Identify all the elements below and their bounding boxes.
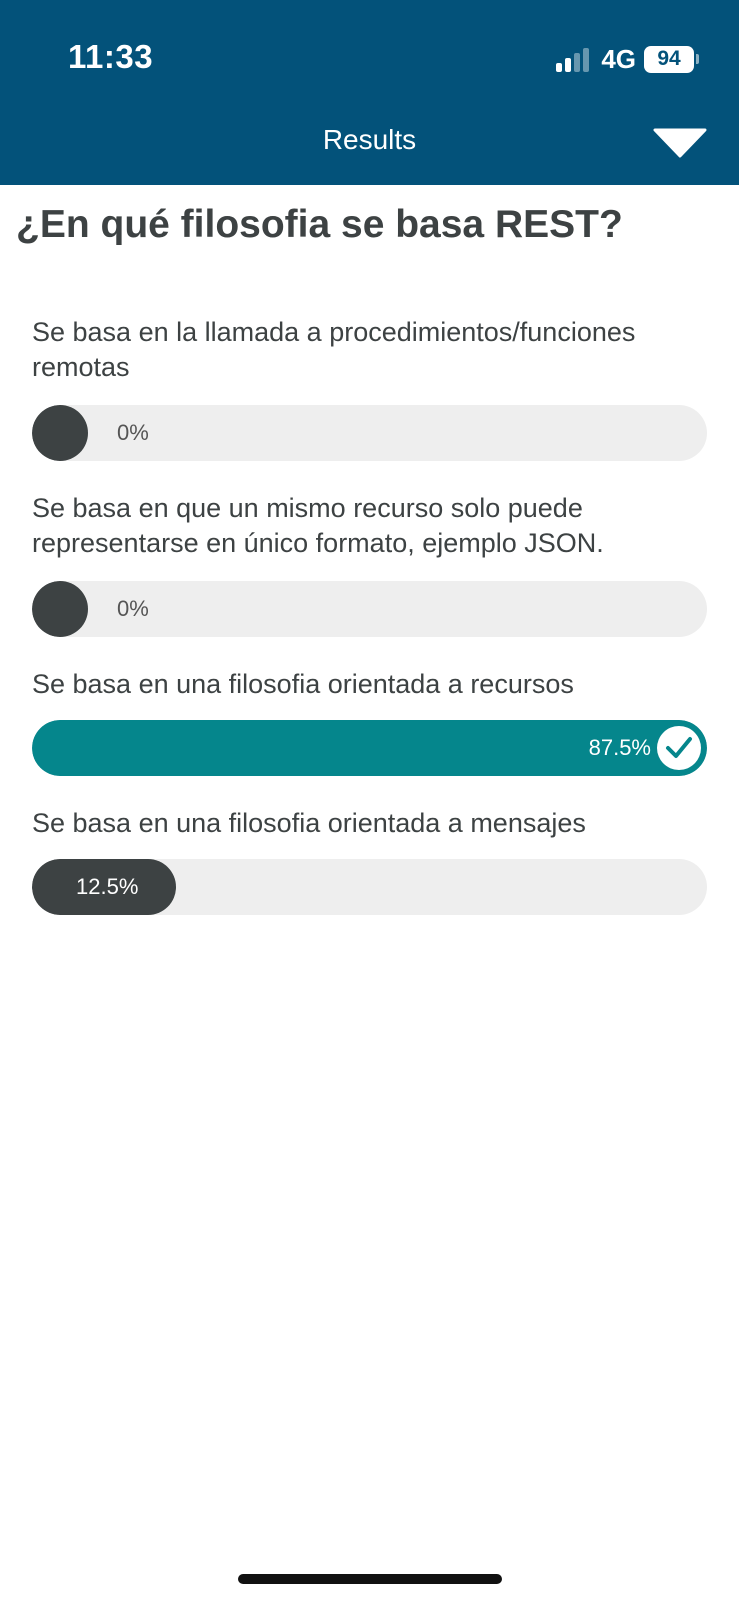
status-time: 11:33 bbox=[68, 38, 154, 75]
home-indicator[interactable] bbox=[238, 1574, 502, 1584]
option-item: Se basa en una filosofia orientada a men… bbox=[32, 806, 707, 915]
result-percent: 12.5% bbox=[76, 874, 139, 899]
result-bar-fill bbox=[32, 405, 88, 461]
battery-icon: 94 bbox=[644, 45, 699, 73]
triangle-down-icon[interactable] bbox=[653, 128, 707, 158]
result-bar-fill bbox=[32, 581, 88, 637]
result-bar[interactable]: 12.5% bbox=[32, 859, 707, 915]
option-label: Se basa en una filosofia orientada a men… bbox=[32, 808, 586, 838]
option-label: Se basa en la llamada a procedimientos/f… bbox=[32, 317, 636, 382]
signal-icon bbox=[556, 46, 590, 72]
result-percent: 87.5% bbox=[588, 735, 651, 760]
result-bar[interactable]: 0% bbox=[32, 405, 707, 461]
option-item: Se basa en que un mismo recurso solo pue… bbox=[32, 491, 707, 637]
result-bar[interactable]: 0% bbox=[32, 581, 707, 637]
results-list: Se basa en la llamada a procedimientos/f… bbox=[32, 315, 707, 945]
option-label: Se basa en que un mismo recurso solo pue… bbox=[32, 493, 604, 558]
network-type: 4G bbox=[601, 43, 636, 74]
option-item-correct: Se basa en una filosofia orientada a rec… bbox=[32, 667, 707, 776]
checkmark-icon bbox=[657, 726, 701, 770]
app-header: 11:33 4G 94 Results bbox=[0, 0, 739, 185]
option-label: Se basa en una filosofia orientada a rec… bbox=[32, 669, 574, 699]
result-percent: 0% bbox=[117, 420, 149, 445]
result-percent: 0% bbox=[117, 596, 149, 621]
option-item: Se basa en la llamada a procedimientos/f… bbox=[32, 315, 707, 461]
page-title: Results bbox=[322, 124, 417, 155]
status-indicators: 4G 94 bbox=[556, 42, 699, 76]
result-bar[interactable]: 87.5% bbox=[32, 720, 707, 776]
question-title: ¿En qué filosofia se basa REST? bbox=[16, 203, 623, 246]
battery-level: 94 bbox=[644, 45, 694, 73]
